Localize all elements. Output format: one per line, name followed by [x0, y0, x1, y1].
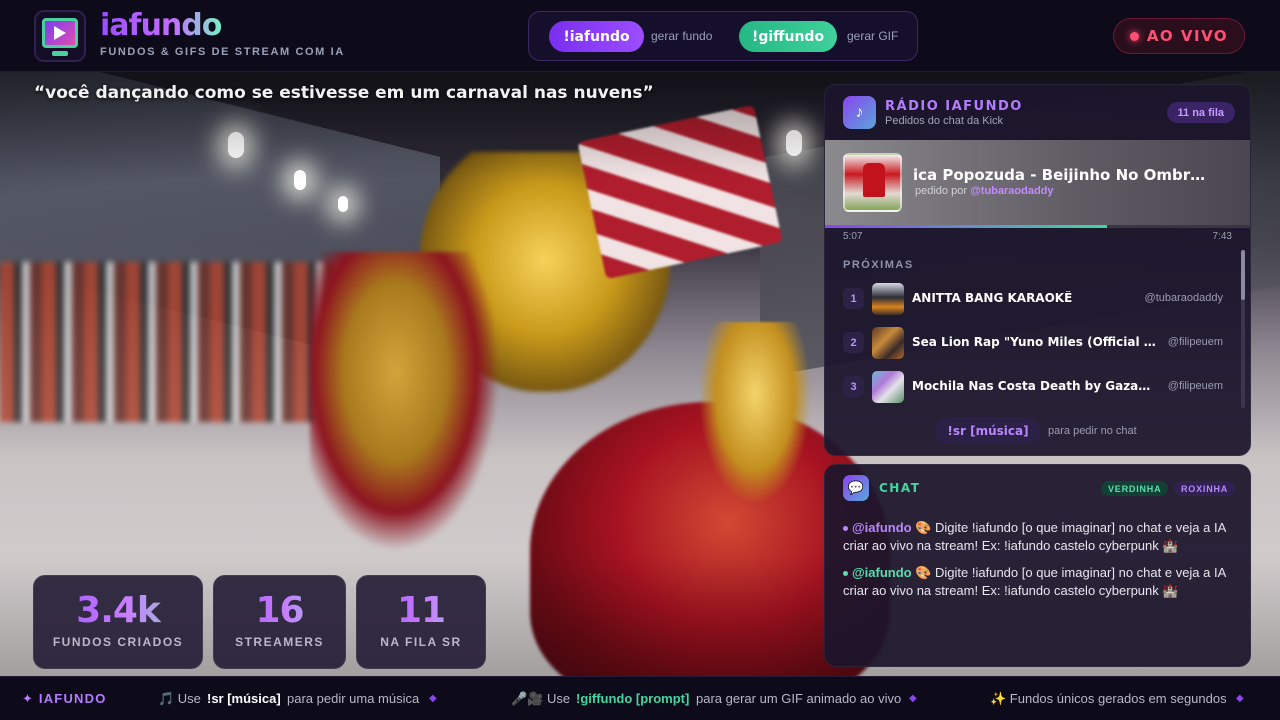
bottom-ticker: ✦ IAFUNDO 🎵 Use !sr [música] para pedir …	[0, 676, 1280, 720]
stat-card-streamers: 16 STREAMERS	[213, 575, 346, 669]
now-playing: ica Popozuda - Beijinho No Ombro (O... p…	[825, 140, 1250, 225]
queue-requester: @filipeuem	[1167, 336, 1223, 348]
queue-title: ANITTA BANG KARAOKÊ	[912, 291, 1073, 305]
user-dot-icon	[843, 526, 848, 532]
chat-message: @iafundo 🎨 Digite !iafundo [o que imagin…	[843, 519, 1235, 555]
playback-progress-bar[interactable]	[825, 225, 1250, 228]
music-note-icon: ♪	[843, 96, 876, 129]
stat-value: 16	[214, 590, 345, 631]
stat-label: NA FILA SR	[380, 635, 462, 649]
chat-username[interactable]: @iafundo	[852, 520, 912, 535]
radio-subtitle: Pedidos do chat da Kick	[885, 115, 1004, 127]
iafundo-command-button[interactable]: !iafundo	[549, 21, 644, 52]
chat-title: CHAT	[879, 481, 921, 495]
command-group: !iafundo gerar fundo !giffundo gerar GIF	[528, 11, 918, 61]
queue-thumbnail	[872, 283, 904, 315]
stat-label: STREAMERS	[235, 635, 324, 649]
ticker-brand: ✦ IAFUNDO	[22, 691, 107, 706]
queue-title: Mochila Nas Costa Death by Gazamour...	[912, 379, 1162, 393]
ticker-item2-command: !giffundo [prompt]	[576, 691, 690, 706]
header: iafundo FUNDOS & GIFS DE STREAM COM IA !…	[0, 0, 1280, 72]
iafundo-command-desc: gerar fundo	[651, 29, 713, 43]
ticker-item1-post: para pedir uma música	[287, 691, 420, 706]
diamond-icon: ◆	[429, 693, 437, 704]
diamond-icon: ◆	[909, 693, 917, 704]
live-dot-icon	[1129, 31, 1139, 41]
queue-scrollbar-thumb[interactable]	[1241, 250, 1245, 300]
giffundo-command-desc: gerar GIF	[847, 29, 899, 43]
stat-card-backgrounds: 3.4k FUNDOS CRIADOS	[33, 575, 203, 669]
team-tag-roxinha[interactable]: ROXINHA	[1174, 481, 1236, 496]
queue-number: 3	[843, 376, 864, 397]
queue-number: 2	[843, 332, 864, 353]
next-label: PRÓXIMAS	[843, 259, 914, 271]
now-playing-title: ica Popozuda - Beijinho No Ombro (O...	[913, 166, 1213, 184]
user-dot-icon	[843, 571, 848, 577]
queue-count-badge: 11 na fila	[1166, 102, 1235, 123]
brand-tagline: FUNDOS & GIFS DE STREAM COM IA	[100, 46, 345, 58]
now-playing-requester: pedido por @tubaraodaddy	[915, 185, 1054, 197]
current-prompt: “você dançando como se estivesse em um c…	[34, 83, 654, 103]
queue-item[interactable]: 3 Mochila Nas Costa Death by Gazamour...…	[843, 371, 1235, 405]
album-cover	[843, 153, 902, 212]
sr-hint: para pedir no chat	[1048, 425, 1137, 437]
radio-panel: ♪ RÁDIO IAFUNDO Pedidos do chat da Kick …	[824, 84, 1251, 456]
live-badge: AO VIVO	[1113, 18, 1245, 54]
chat-message: @iafundo 🎨 Digite !iafundo [o que imagin…	[843, 564, 1235, 600]
monitor-play-icon	[34, 10, 86, 62]
chat-bubble-icon: 💬	[843, 475, 869, 501]
diamond-icon: ◆	[1236, 693, 1244, 704]
stat-value: 3.4k	[34, 590, 202, 631]
playback-progress-fill	[825, 225, 1107, 228]
queue-number: 1	[843, 288, 864, 309]
chat-username[interactable]: @iafundo	[852, 565, 912, 580]
live-label: AO VIVO	[1146, 27, 1229, 45]
chat-panel: 💬 CHAT VERDINHA ROXINHA @iafundo 🎨 Digit…	[824, 464, 1251, 667]
radio-title: RÁDIO IAFUNDO	[885, 99, 1023, 114]
sr-command-pill[interactable]: !sr [música]	[935, 418, 1041, 444]
ticker-item3: ✨ Fundos únicos gerados em segundos	[990, 691, 1227, 706]
queue-item[interactable]: 1 ANITTA BANG KARAOKÊ @tubaraodaddy	[843, 283, 1235, 317]
ticker-item1-command: !sr [música]	[207, 691, 281, 706]
stat-card-queue: 11 NA FILA SR	[356, 575, 486, 669]
queue-thumbnail	[872, 371, 904, 403]
queue-thumbnail	[872, 327, 904, 359]
ticker-item2-pre: 🎤🎥 Use	[511, 691, 571, 706]
current-time: 5:07	[843, 231, 863, 242]
queue-requester: @tubaraodaddy	[1144, 292, 1223, 304]
queue-item[interactable]: 2 Sea Lion Rap "Yuno Miles (Official Vid…	[843, 327, 1235, 361]
stat-label: FUNDOS CRIADOS	[52, 635, 184, 649]
queue-requester: @filipeuem	[1167, 380, 1223, 392]
queue-title: Sea Lion Rap "Yuno Miles (Official Vid..…	[912, 335, 1162, 349]
total-time: 7:43	[1212, 231, 1232, 242]
ticker-item1-pre: 🎵 Use	[158, 691, 201, 706]
ticker-item2-post: para gerar um GIF animado ao vivo	[696, 691, 902, 706]
stat-value: 11	[357, 590, 485, 631]
team-tag-verdinha[interactable]: VERDINHA	[1101, 481, 1169, 496]
giffundo-command-button[interactable]: !giffundo	[739, 21, 837, 52]
brand-name: iafundo	[100, 8, 222, 43]
